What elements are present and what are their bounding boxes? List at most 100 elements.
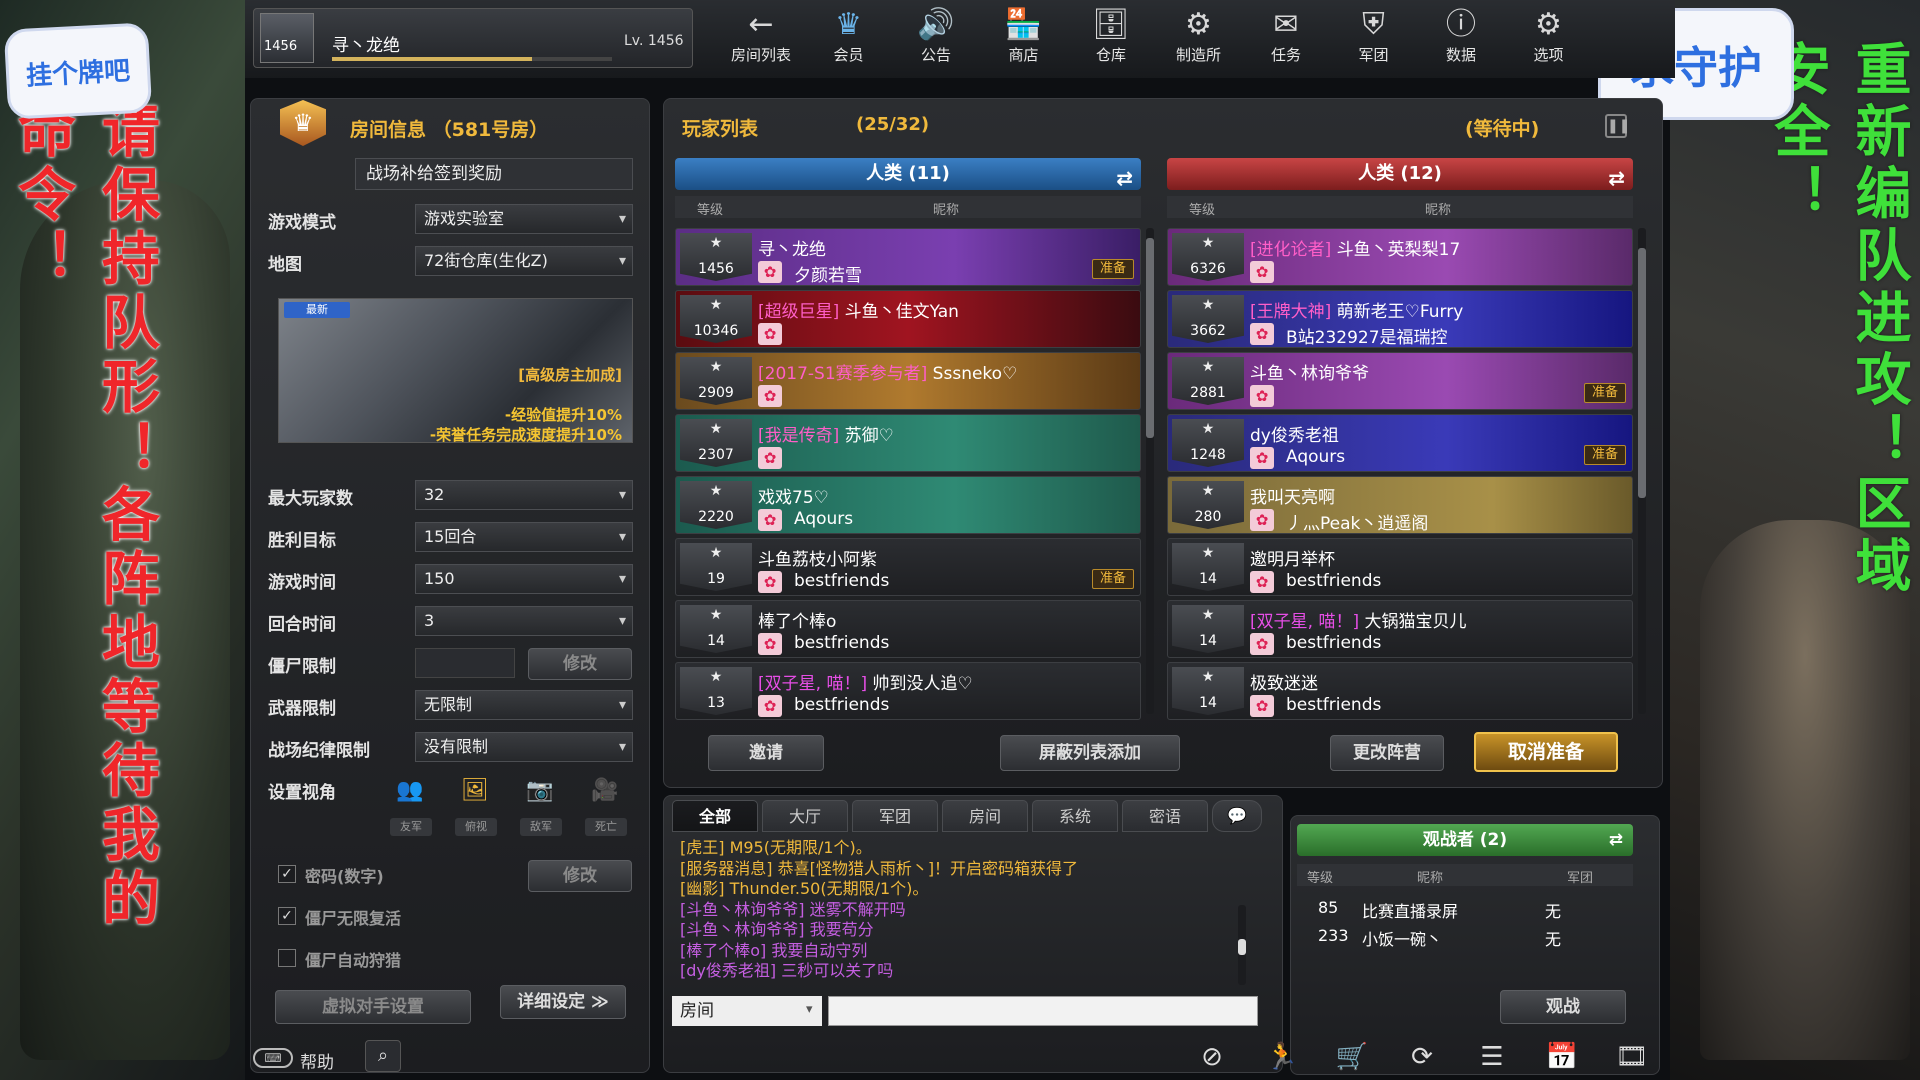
help-link[interactable]: 帮助 xyxy=(300,1048,334,1073)
menu-item-8[interactable]: ⓘ 数据 xyxy=(1420,6,1502,70)
setting-label: 游戏模式 xyxy=(268,213,336,233)
view-0-icon[interactable]: 👥 xyxy=(390,778,430,808)
setting-select[interactable]: 150 xyxy=(415,564,633,594)
setting-select[interactable]: 32 xyxy=(415,480,633,510)
cancel-ready-button[interactable]: 取消准备 xyxy=(1474,732,1618,772)
chat-tab-5[interactable]: 密语 xyxy=(1122,800,1208,832)
keyboard-icon[interactable]: ⌨ xyxy=(253,1048,293,1068)
menu-item-4[interactable]: 🗄 仓库 xyxy=(1070,6,1152,70)
player-row[interactable]: ★ 6326 [进化论者] 斗鱼丶英梨梨17 ✿ xyxy=(1167,228,1633,286)
player-row[interactable]: ★ 3662 [王牌大神] 萌新老王♡Furry ✿ B站232927是福瑞控 xyxy=(1167,290,1633,348)
team-b-scrollbar[interactable] xyxy=(1638,228,1646,714)
discipline-limit-select[interactable]: 没有限制 xyxy=(415,732,633,762)
player-row[interactable]: ★ 10346 [超级巨星] 斗鱼丶佳文Yan ✿ xyxy=(675,290,1141,348)
level-column: 等级 xyxy=(1189,203,1216,218)
menu-item-6[interactable]: ✉ 任务 xyxy=(1245,6,1327,70)
setting-select[interactable]: 15回合 xyxy=(415,522,633,552)
checkbox[interactable]: ✓ xyxy=(278,865,296,883)
player-name-line: [我是传奇] 苏御♡ xyxy=(758,421,894,446)
view-2-icon[interactable]: 📷 xyxy=(520,778,560,808)
cart-icon[interactable]: 🛒 xyxy=(1335,1040,1369,1074)
checkbox[interactable]: ✓ xyxy=(278,907,296,925)
room-name-field[interactable]: 战场补给签到奖励 xyxy=(355,158,633,190)
rank-star-icon: ★ xyxy=(1201,297,1215,313)
chat-tab-0[interactable]: 全部 xyxy=(672,800,758,832)
password-modify-button[interactable]: 修改 xyxy=(528,860,632,892)
menu-label: 房间列表 xyxy=(730,46,791,64)
menu-item-1[interactable]: ♛ 会员 xyxy=(808,6,890,70)
player-name: 极致迷迷 xyxy=(1250,674,1318,694)
menu-label: 制造所 xyxy=(1175,46,1221,64)
chat-line: [幽影] Thunder.50(无期限/1个)。 xyxy=(680,879,929,898)
chat-tab-3[interactable]: 房间 xyxy=(942,800,1028,832)
list-icon[interactable]: ☰ xyxy=(1475,1040,1509,1074)
player-row[interactable]: ★ 14 邀明月举杯 ✿ bestfriends xyxy=(1167,538,1633,596)
runner-icon[interactable]: 🏃 xyxy=(1265,1040,1299,1074)
team-a-scrollbar[interactable] xyxy=(1146,228,1154,714)
menu-item-5[interactable]: ⚙ 制造所 xyxy=(1158,6,1240,70)
spectate-button[interactable]: 观战 xyxy=(1500,990,1626,1024)
player-row[interactable]: ★ 2909 [2017-S1赛季参与者] Sssneko♡ ✿ xyxy=(675,352,1141,410)
film-icon[interactable]: 🎞 xyxy=(1615,1040,1649,1074)
player-row[interactable]: ★ 1456 寻丶龙绝 ✿ 夕颜若雪 准备 xyxy=(675,228,1141,286)
view-1-icon[interactable]: 🖼 xyxy=(455,778,495,808)
swap-team-icon[interactable]: ⇄ xyxy=(1608,162,1625,194)
player-title: [我是传奇] xyxy=(758,426,840,446)
player-row[interactable]: ★ 19 斗鱼荔枝小阿紫 ✿ bestfriends 准备 xyxy=(675,538,1141,596)
menu-item-3[interactable]: 🏪 商店 xyxy=(983,6,1065,70)
zombie-limit-modify-button[interactable]: 修改 xyxy=(528,648,632,680)
menu-icon: ⚙ xyxy=(1185,7,1212,42)
compass-icon[interactable]: ⊘ xyxy=(1195,1040,1229,1074)
calendar-icon[interactable]: 📅 xyxy=(1545,1040,1579,1074)
player-list-title: 玩家列表 xyxy=(682,118,759,140)
rank-star-icon: ★ xyxy=(709,297,723,313)
player-row[interactable]: ★ 13 [双子星, 喵！] 帅到没人追♡ ✿ bestfriends xyxy=(675,662,1141,720)
checkbox-label: 僵尸自动狩猎 xyxy=(305,951,402,970)
invite-button[interactable]: 邀请 xyxy=(708,735,824,771)
emoji-icon[interactable]: 💬 xyxy=(1212,800,1262,832)
weapon-limit-select[interactable]: 无限制 xyxy=(415,690,633,720)
menu-item-9[interactable]: ⚙ 选项 xyxy=(1508,6,1590,70)
player-row[interactable]: ★ 14 [双子星, 喵！] 大锅猫宝贝儿 ✿ bestfriends xyxy=(1167,600,1633,658)
xp-bar-fill xyxy=(332,57,532,61)
setting-select[interactable]: 游戏实验室 xyxy=(415,204,633,234)
player-profile[interactable]: 1456 寻丶龙绝 Lv. 1456 xyxy=(253,8,693,68)
view-3-icon[interactable]: 🎥 xyxy=(585,778,625,808)
detail-settings-button[interactable]: 详细设定 ≫ xyxy=(500,985,626,1019)
chat-channel-select[interactable]: 房间 xyxy=(672,996,822,1026)
search-icon[interactable]: ⌕ xyxy=(365,1040,401,1072)
spectator-name: 小饭一碗丶 xyxy=(1362,930,1443,949)
player-row[interactable]: ★ 2307 [我是传奇] 苏御♡ ✿ xyxy=(675,414,1141,472)
setting-select[interactable]: 72街仓库(生化Z) xyxy=(415,246,633,276)
chat-scrollbar[interactable] xyxy=(1238,905,1246,985)
pause-icon[interactable]: ❚❚ xyxy=(1605,114,1630,138)
player-name-line: 邀明月举杯 xyxy=(1250,545,1335,570)
view-option-label: 俯视 xyxy=(455,818,497,836)
chat-input[interactable] xyxy=(828,996,1258,1026)
swap-icon[interactable]: ⇄ xyxy=(1609,824,1623,856)
player-name: 我叫天亮啊 xyxy=(1250,488,1335,508)
player-row[interactable]: ★ 14 棒了个棒o ✿ bestfriends xyxy=(675,600,1141,658)
menu-icon: 🔊 xyxy=(917,7,955,42)
player-row[interactable]: ★ 14 极致迷迷 ✿ bestfriends xyxy=(1167,662,1633,720)
swap-team-icon[interactable]: ⇄ xyxy=(1116,162,1133,194)
chat-tab-4[interactable]: 系统 xyxy=(1032,800,1118,832)
rank-star-icon: ★ xyxy=(709,545,723,561)
player-row[interactable]: ★ 2881 斗鱼丶林询爷爷 ✿ 准备 xyxy=(1167,352,1633,410)
change-team-button[interactable]: 更改阵营 xyxy=(1330,735,1444,771)
setting-select[interactable]: 3 xyxy=(415,606,633,636)
player-row[interactable]: ★ 280 我叫天亮啊 ✿ 丿灬Peak丶逍遥阁 xyxy=(1167,476,1633,534)
menu-item-7[interactable]: ⛨ 军团 xyxy=(1333,6,1415,70)
player-title: [双子星, 喵！] xyxy=(1250,612,1360,632)
block-list-add-button[interactable]: 屏蔽列表添加 xyxy=(1000,735,1180,771)
checkbox[interactable] xyxy=(278,949,296,967)
setting-label: 回合时间 xyxy=(268,615,336,635)
menu-item-2[interactable]: 🔊 公告 xyxy=(895,6,977,70)
bot-settings-button[interactable]: 虚拟对手设置 xyxy=(275,990,471,1024)
player-row[interactable]: ★ 1248 dy俊秀老祖 ✿ Aqours 准备 xyxy=(1167,414,1633,472)
chat-tab-2[interactable]: 军团 xyxy=(852,800,938,832)
menu-item-0[interactable]: ← 房间列表 xyxy=(720,6,802,70)
player-row[interactable]: ★ 2220 戏戏75♡ ✿ Aqours xyxy=(675,476,1141,534)
chat-tab-1[interactable]: 大厅 xyxy=(762,800,848,832)
refresh-icon[interactable]: ⟳ xyxy=(1405,1040,1439,1074)
